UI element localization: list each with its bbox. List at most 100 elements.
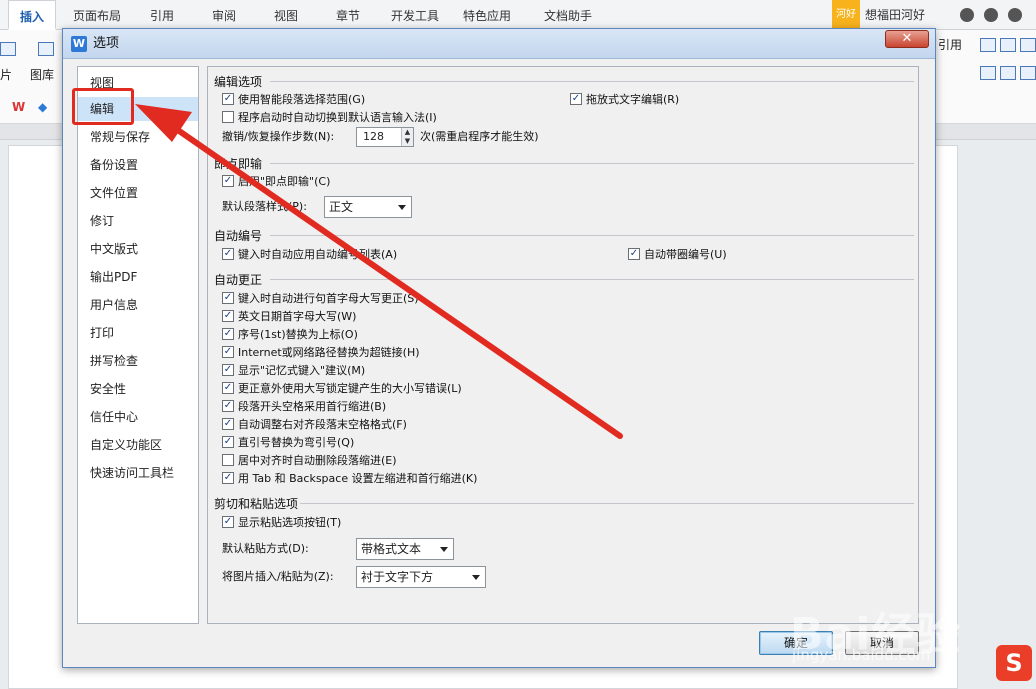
undo-steps-label: 撤销/恢复操作步数(N): bbox=[222, 130, 335, 143]
dialog-title-bar[interactable]: W 选项 ✕ bbox=[63, 29, 935, 59]
chevron-down-icon bbox=[440, 547, 448, 552]
cube-icon[interactable]: ◆ bbox=[38, 100, 47, 114]
checkbox-auto-ime[interactable] bbox=[222, 111, 234, 123]
table-icon[interactable] bbox=[1020, 38, 1036, 52]
nav-item-general-save[interactable]: 常规与保存 bbox=[78, 125, 198, 149]
nav-item-spellcheck[interactable]: 拼写检查 bbox=[78, 349, 198, 373]
section-header-edit-options: 编辑选项 bbox=[214, 75, 263, 89]
ribbon-tab-review[interactable]: 审阅 bbox=[200, 0, 248, 30]
ribbon-tab-page-layout[interactable]: 页面布局 bbox=[64, 0, 130, 30]
nav-item-revision[interactable]: 修订 bbox=[78, 209, 198, 233]
ribbon-tab-doc-assistant[interactable]: 文档助手 bbox=[526, 0, 610, 30]
ribbon-label-gallery[interactable]: 图库 bbox=[30, 66, 54, 83]
options-dialog: W 选项 ✕ 视图 编辑 常规与保存 备份设置 文件位置 修订 中文版式 输出P… bbox=[62, 28, 936, 668]
nav-item-backup[interactable]: 备份设置 bbox=[78, 153, 198, 177]
autocorrect-item[interactable]: ✓ 键入时自动进行句首字母大写更正(S) bbox=[222, 291, 419, 307]
autocorrect-item[interactable]: 居中对齐时自动删除段落缩进(E) bbox=[222, 453, 397, 469]
option-auto-list[interactable]: ✓ 键入时自动应用自动编号列表(A) bbox=[222, 247, 397, 263]
option-auto-ime[interactable]: 程序启动时自动切换到默认语言输入法(I) bbox=[222, 110, 437, 126]
ribbon-tab-special[interactable]: 特色应用 bbox=[454, 0, 520, 30]
image-insert-select[interactable]: 衬于文字下方 bbox=[356, 566, 486, 588]
autocorrect-item[interactable]: ✓ 自动调整右对齐段落末空格格式(F) bbox=[222, 417, 407, 433]
settings-icon[interactable] bbox=[984, 8, 998, 22]
ribbon-tab-insert[interactable]: 插入 bbox=[8, 0, 56, 30]
nav-item-user-info[interactable]: 用户信息 bbox=[78, 293, 198, 317]
option-smart-paragraph[interactable]: ✓ 使用智能段落选择范围(G) bbox=[222, 92, 365, 108]
check-icon[interactable] bbox=[1000, 38, 1016, 52]
nav-item-quick-access[interactable]: 快速访问工具栏 bbox=[78, 461, 198, 485]
close-button[interactable]: ✕ bbox=[885, 30, 929, 48]
picture-icon[interactable] bbox=[0, 42, 16, 56]
option-show-paste-button[interactable]: ✓ 显示粘贴选项按钮(T) bbox=[222, 515, 341, 531]
ribbon-tab-developer[interactable]: 开发工具 bbox=[384, 0, 446, 30]
autocorrect-item[interactable]: ✓ 更正意外使用大写锁定键产生的大小写错误(L) bbox=[222, 381, 462, 397]
checkbox[interactable]: ✓ bbox=[222, 418, 234, 430]
checkbox-smart-paragraph[interactable]: ✓ bbox=[222, 93, 234, 105]
checkbox[interactable] bbox=[222, 454, 234, 466]
checkbox-click-type[interactable]: ✓ bbox=[222, 175, 234, 187]
undo-steps-value[interactable]: 128 bbox=[363, 130, 384, 143]
checkbox[interactable]: ✓ bbox=[222, 400, 234, 412]
checkbox[interactable]: ✓ bbox=[222, 472, 234, 484]
dialog-title: 选项 bbox=[93, 36, 120, 51]
autocorrect-item[interactable]: ✓ 直引号替换为弯引号(Q) bbox=[222, 435, 354, 451]
barcode-icon[interactable] bbox=[980, 66, 996, 80]
autocorrect-item[interactable]: ✓ 显示"记忆式键入"建议(M) bbox=[222, 363, 365, 379]
nav-item-chinese-layout[interactable]: 中文版式 bbox=[78, 237, 198, 261]
undo-steps-stepper[interactable]: 128 ▲ ▼ bbox=[356, 127, 414, 147]
section-divider bbox=[270, 81, 914, 82]
user-name[interactable]: 想福田河好 bbox=[865, 0, 925, 30]
clear-icon[interactable] bbox=[1020, 66, 1036, 80]
checkbox[interactable]: ✓ bbox=[222, 328, 234, 340]
options-nav-list: 视图 编辑 常规与保存 备份设置 文件位置 修订 中文版式 输出PDF 用户信息… bbox=[77, 66, 199, 624]
autocorrect-item[interactable]: ✓ Internet或网络路径替换为超链接(H) bbox=[222, 345, 420, 361]
autocorrect-item[interactable]: ✓ 英文日期首字母大写(W) bbox=[222, 309, 356, 325]
abl-icon[interactable] bbox=[980, 38, 996, 52]
checkbox[interactable]: ✓ bbox=[222, 346, 234, 358]
sogou-ime-icon[interactable]: S bbox=[996, 645, 1032, 681]
baidu-watermark-url: jingyan.baidu.com bbox=[792, 646, 931, 664]
autocorrect-item[interactable]: ✓ 序号(1st)替换为上标(O) bbox=[222, 327, 358, 343]
nav-item-customize-ribbon[interactable]: 自定义功能区 bbox=[78, 433, 198, 457]
checkbox-drag-drop[interactable]: ✓ bbox=[570, 93, 582, 105]
default-style-label: 默认段落样式(P): bbox=[222, 200, 307, 213]
edit-options-panel: 编辑选项 ✓ 使用智能段落选择范围(G) ✓ 拖放式文字编辑(R) 程序启动时自动切… bbox=[207, 66, 919, 624]
default-paste-select[interactable]: 带格式文本 bbox=[356, 538, 454, 560]
checkbox[interactable]: ✓ bbox=[222, 436, 234, 448]
checkbox[interactable]: ✓ bbox=[222, 310, 234, 322]
section-divider bbox=[270, 235, 914, 236]
checkbox[interactable]: ✓ bbox=[222, 364, 234, 376]
ribbon-tab-reference[interactable]: 引用 bbox=[138, 0, 186, 30]
user-badge[interactable]: 河好 bbox=[832, 0, 860, 30]
autocorrect-item[interactable]: ✓ 段落开头空格采用首行缩进(B) bbox=[222, 399, 386, 415]
skin-icon[interactable] bbox=[960, 8, 974, 22]
nav-item-export-pdf[interactable]: 输出PDF bbox=[78, 265, 198, 289]
nav-item-security[interactable]: 安全性 bbox=[78, 377, 198, 401]
section-header-autocorrect: 自动更正 bbox=[214, 273, 263, 287]
checkbox-circle-number[interactable]: ✓ bbox=[628, 248, 640, 260]
eraser-icon[interactable] bbox=[1000, 66, 1016, 80]
checkbox[interactable]: ✓ bbox=[222, 292, 234, 304]
share-icon[interactable] bbox=[1008, 8, 1022, 22]
ribbon-label-reference[interactable]: 引用 bbox=[938, 36, 962, 53]
nav-item-file-location[interactable]: 文件位置 bbox=[78, 181, 198, 205]
stepper-arrows-icon[interactable]: ▲ ▼ bbox=[401, 128, 413, 146]
nav-item-trust-center[interactable]: 信任中心 bbox=[78, 405, 198, 429]
ribbon-tab-chapter[interactable]: 章节 bbox=[324, 0, 372, 30]
ribbon-label-picture[interactable]: 片 bbox=[0, 66, 12, 83]
wps-logo-icon[interactable]: W bbox=[12, 100, 25, 114]
nav-item-print[interactable]: 打印 bbox=[78, 321, 198, 345]
right-panel bbox=[962, 140, 1036, 689]
image-insert-label: 将图片插入/粘贴为(Z): bbox=[222, 570, 334, 583]
checkbox[interactable]: ✓ bbox=[222, 382, 234, 394]
ribbon-tab-view[interactable]: 视图 bbox=[262, 0, 310, 30]
checkbox-show-paste-button[interactable]: ✓ bbox=[222, 516, 234, 528]
checkbox-auto-list[interactable]: ✓ bbox=[222, 248, 234, 260]
option-click-type[interactable]: ✓ 启用"即点即输"(C) bbox=[222, 174, 330, 190]
option-drag-drop[interactable]: ✓ 拖放式文字编辑(R) bbox=[570, 92, 679, 108]
autocorrect-item[interactable]: ✓ 用 Tab 和 Backspace 设置左缩进和首行缩进(K) bbox=[222, 471, 477, 487]
section-divider bbox=[270, 279, 914, 280]
gallery-icon[interactable] bbox=[38, 42, 54, 56]
option-circle-number[interactable]: ✓ 自动带圈编号(U) bbox=[628, 247, 727, 263]
default-style-select[interactable]: 正文 bbox=[324, 196, 412, 218]
